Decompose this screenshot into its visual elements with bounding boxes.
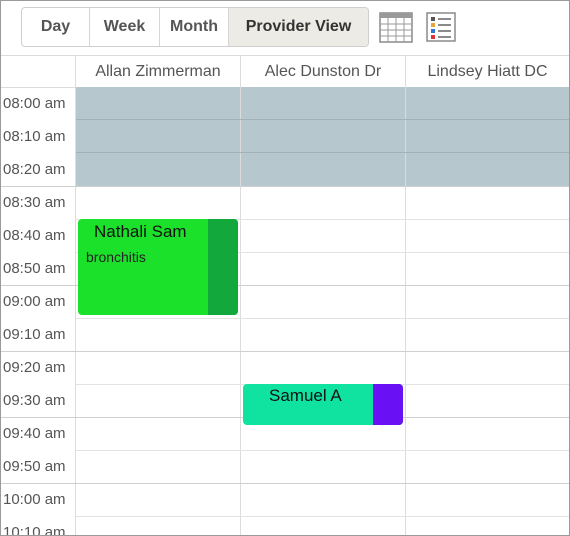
- time-label: 09:10 am: [3, 326, 66, 343]
- appointment-nathali-sam[interactable]: Nathali Sam bronchitis: [78, 219, 238, 315]
- calendar-grid-icon[interactable]: [379, 11, 413, 43]
- appointment-status-strip: [208, 219, 238, 315]
- grid-line: [76, 318, 569, 319]
- time-gutter-header: [1, 56, 75, 87]
- grid-line: [76, 152, 569, 153]
- provider-header-lindsey-hiatt: Lindsey Hiatt DC: [405, 56, 569, 87]
- time-label: 08:00 am: [3, 95, 66, 112]
- grid-line: [1, 351, 569, 352]
- grid-line: [1, 186, 569, 187]
- schedule-grid: 08:00 am 08:10 am 08:20 am 08:30 am 08:4…: [1, 87, 569, 536]
- grid-line: [76, 450, 569, 451]
- list-view-icon[interactable]: [426, 12, 456, 42]
- grid-line: [1, 483, 569, 484]
- grid-line: [76, 516, 569, 517]
- time-label: 09:40 am: [3, 425, 66, 442]
- provider-header-alec-dunston: Alec Dunston Dr: [240, 56, 405, 87]
- provider-header-allan-zimmerman: Allan Zimmerman: [75, 56, 240, 87]
- time-label: 08:20 am: [3, 161, 66, 178]
- time-label: 10:10 am: [3, 524, 66, 536]
- grid-line: [76, 119, 569, 120]
- provider-header-row: Allan Zimmerman Alec Dunston Dr Lindsey …: [1, 55, 569, 88]
- view-switcher: Day Week Month Provider View: [21, 7, 369, 47]
- week-view-button[interactable]: Week: [90, 8, 160, 46]
- appointment-patient-name: Nathali Sam: [94, 222, 187, 241]
- time-label: 08:50 am: [3, 260, 66, 277]
- time-label: 10:00 am: [3, 491, 66, 508]
- blocked-time-slot: [76, 87, 240, 186]
- appointment-samuel-a[interactable]: Samuel A: [243, 384, 403, 425]
- time-label: 08:10 am: [3, 128, 66, 145]
- toolbar: Day Week Month Provider View: [1, 1, 569, 55]
- blocked-time-slot: [241, 87, 405, 186]
- appointment-reason: bronchitis: [86, 249, 146, 265]
- time-label: 08:40 am: [3, 227, 66, 244]
- time-column: 08:00 am 08:10 am 08:20 am 08:30 am 08:4…: [1, 87, 75, 536]
- calendar-frame: Day Week Month Provider View Allan Zimme…: [0, 0, 570, 536]
- time-label: 09:00 am: [3, 293, 66, 310]
- time-label: 09:20 am: [3, 359, 66, 376]
- blocked-time-slot: [406, 87, 569, 186]
- month-view-button[interactable]: Month: [160, 8, 229, 46]
- appointment-patient-name: Samuel A: [269, 386, 342, 405]
- time-label: 09:30 am: [3, 392, 66, 409]
- day-view-button[interactable]: Day: [22, 8, 90, 46]
- appointment-status-strip: [373, 384, 403, 425]
- time-label: 09:50 am: [3, 458, 66, 475]
- provider-view-button[interactable]: Provider View: [229, 8, 368, 46]
- time-label: 08:30 am: [3, 194, 66, 211]
